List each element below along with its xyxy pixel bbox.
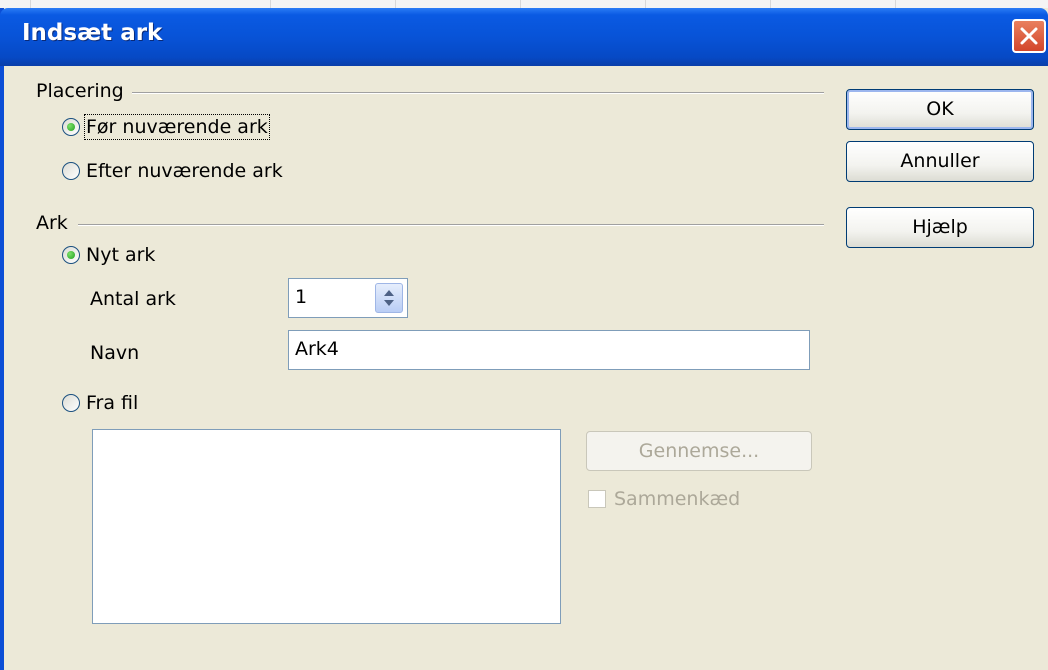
radio-label: Før nuværende ark — [84, 114, 270, 140]
browse-button[interactable]: Gennemse... — [586, 431, 812, 471]
radio-after-current-sheet[interactable]: Efter nuværende ark — [62, 160, 283, 182]
checkbox-box[interactable] — [588, 490, 606, 508]
sheet-name-field[interactable]: Ark4 — [288, 330, 810, 370]
sheet-count-value: 1 — [295, 286, 308, 308]
sheet-group-label: Ark — [36, 212, 68, 234]
radio-label: Efter nuværende ark — [86, 160, 283, 182]
radio-button[interactable] — [62, 162, 80, 180]
sheet-name-value: Ark4 — [295, 338, 339, 360]
radio-button[interactable] — [62, 246, 80, 264]
cancel-button[interactable]: Annuller — [846, 141, 1034, 182]
radio-button[interactable] — [62, 118, 80, 136]
file-sheet-list[interactable] — [92, 429, 561, 624]
sheet-divider — [78, 224, 824, 225]
radio-from-file[interactable]: Fra fil — [62, 392, 138, 414]
link-checkbox[interactable]: Sammenkæd — [588, 488, 740, 510]
sheet-count-field[interactable]: 1 — [288, 278, 408, 318]
close-icon — [1020, 27, 1038, 45]
spin-down-icon — [384, 300, 394, 306]
ok-button[interactable]: OK — [846, 89, 1034, 130]
radio-label: Fra fil — [86, 392, 139, 414]
radio-before-current-sheet[interactable]: Før nuværende ark — [62, 114, 270, 140]
sheet-count-spinner[interactable] — [375, 283, 403, 313]
radio-button[interactable] — [62, 394, 80, 412]
placement-group-label: Placering — [36, 80, 124, 102]
link-checkbox-label: Sammenkæd — [614, 488, 741, 510]
spin-up-icon — [384, 290, 394, 296]
close-button[interactable] — [1012, 19, 1046, 53]
sheet-name-label: Navn — [90, 342, 140, 364]
insert-sheet-dialog: Indsæt ark Placering Før nuværende ark E… — [0, 8, 1048, 670]
title-bar[interactable]: Indsæt ark — [0, 8, 1048, 66]
radio-new-sheet[interactable]: Nyt ark — [62, 244, 155, 266]
radio-label: Nyt ark — [86, 244, 156, 266]
sheet-count-label: Antal ark — [90, 288, 176, 310]
dialog-title: Indsæt ark — [22, 20, 163, 46]
placement-divider — [132, 92, 824, 93]
radio-selected-dot — [67, 251, 75, 259]
radio-selected-dot — [67, 123, 75, 131]
help-button[interactable]: Hjælp — [846, 207, 1034, 248]
